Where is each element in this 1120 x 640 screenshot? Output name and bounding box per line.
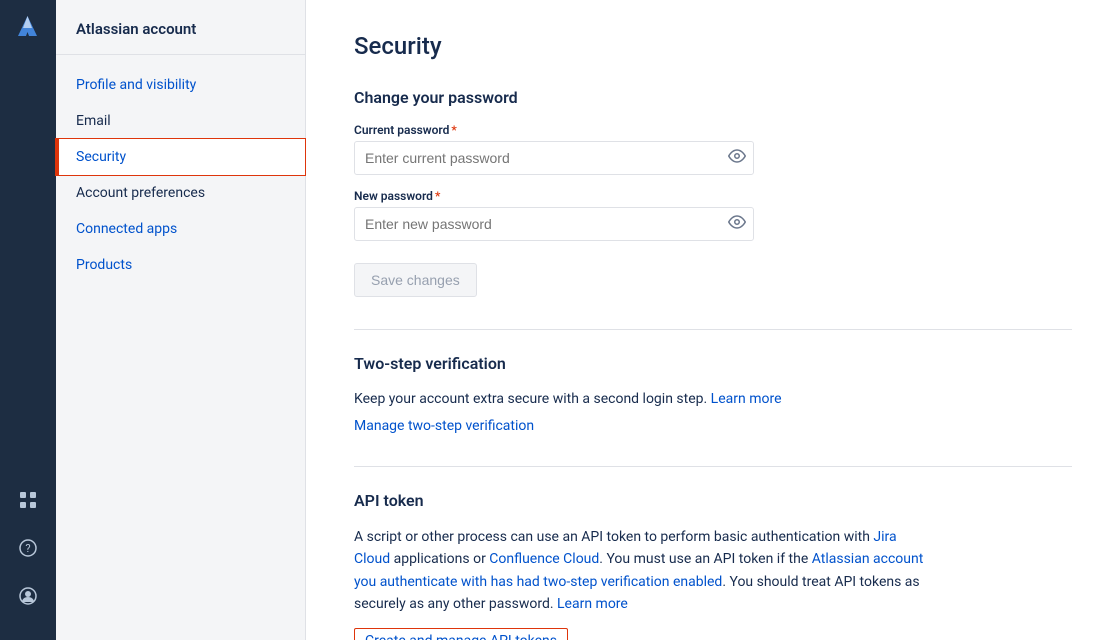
sidebar-item-account-preferences[interactable]: Account preferences (56, 175, 305, 211)
apps-icon[interactable] (12, 484, 44, 516)
new-password-toggle-icon[interactable] (728, 213, 746, 235)
page-title: Security (354, 32, 1072, 60)
sidebar-nav: Profile and visibility Email Security Ac… (56, 55, 305, 295)
confluence-cloud-text: Confluence Cloud (489, 551, 599, 567)
new-password-input[interactable] (354, 207, 754, 241)
current-password-input[interactable] (354, 141, 754, 175)
svg-text:?: ? (25, 542, 30, 555)
sidebar-item-email[interactable]: Email (56, 103, 305, 139)
sidebar: Atlassian account Profile and visibility… (56, 0, 306, 640)
change-password-section: Change your password Current password* N… (354, 88, 1072, 297)
user-avatar-icon[interactable] (12, 580, 44, 612)
current-password-group: Current password* (354, 123, 1072, 175)
api-learn-more-link[interactable]: Learn more (557, 596, 628, 612)
main-content: Security Change your password Current pa… (306, 0, 1120, 640)
new-password-label: New password* (354, 189, 1072, 203)
change-password-title: Change your password (354, 88, 1072, 107)
sidebar-header: Atlassian account (56, 0, 305, 55)
sidebar-item-security[interactable]: Security (56, 139, 305, 175)
current-password-label: Current password* (354, 123, 1072, 137)
api-token-title: API token (354, 491, 1072, 510)
two-step-learn-more-link[interactable]: Learn more (711, 391, 782, 407)
icon-rail: ? (0, 0, 56, 640)
two-step-section: Two-step verification Keep your account … (354, 354, 1072, 434)
help-icon[interactable]: ? (12, 532, 44, 564)
new-required-star: * (435, 189, 440, 203)
api-token-section: API token A script or other process can … (354, 491, 1072, 640)
current-password-toggle-icon[interactable] (728, 147, 746, 169)
rail-bottom-icons: ? (12, 484, 44, 628)
required-star: * (451, 123, 456, 137)
sidebar-item-products[interactable]: Products (56, 247, 305, 283)
two-step-description: Keep your account extra secure with a se… (354, 389, 1072, 410)
divider-2 (354, 466, 1072, 467)
divider-1 (354, 329, 1072, 330)
two-step-title: Two-step verification (354, 354, 1072, 373)
current-password-wrapper (354, 141, 754, 175)
new-password-group: New password* (354, 189, 1072, 241)
api-token-description: A script or other process can use an API… (354, 526, 934, 616)
atlassian-account-text: Atlassian account you authenticate with … (354, 551, 923, 589)
sidebar-item-profile[interactable]: Profile and visibility (56, 67, 305, 103)
create-manage-tokens-link[interactable]: Create and manage API tokens (354, 628, 568, 640)
atlassian-logo[interactable] (12, 12, 44, 44)
manage-two-step-link[interactable]: Manage two-step verification (354, 418, 1072, 434)
save-changes-button[interactable]: Save changes (354, 263, 477, 297)
new-password-wrapper (354, 207, 754, 241)
sidebar-item-connected-apps[interactable]: Connected apps (56, 211, 305, 247)
